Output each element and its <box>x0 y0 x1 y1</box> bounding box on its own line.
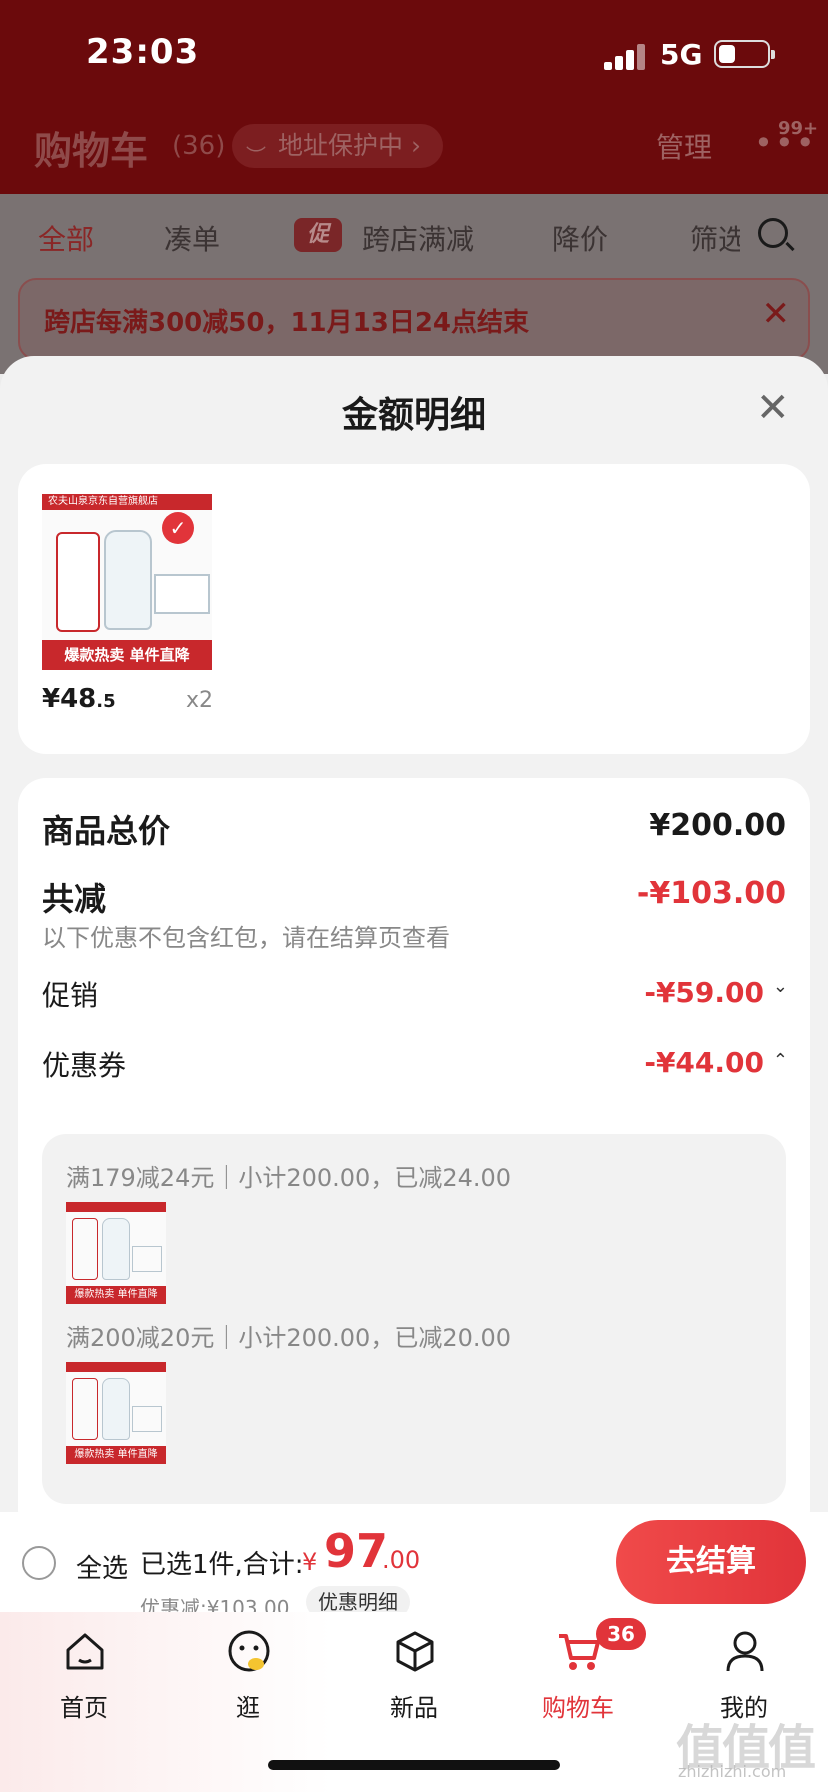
close-icon[interactable]: ✕ <box>762 294 791 334</box>
cart-count: (36) <box>172 131 226 161</box>
checkout-bar: 全选 已选1件,合计: ¥ 97 .00 优惠减:¥103.00 优惠明细 去结… <box>0 1512 828 1620</box>
product-banner: 爆款热卖 单件直降 <box>42 640 212 670</box>
filter-tab-cross-store[interactable]: 跨店满减 <box>362 218 474 258</box>
tab-browse[interactable]: 逛 <box>188 1612 308 1722</box>
coupon-line: 满200减20元｜小计200.00，已减20.00 <box>66 1324 512 1352</box>
network-label: 5G <box>660 38 703 71</box>
tab-home[interactable]: 首页 <box>24 1612 144 1722</box>
box-icon <box>396 1631 434 1672</box>
promo-label: 促销 <box>42 979 99 1012</box>
reduced-note: 以下优惠不包含红包，请在结算页查看 <box>42 924 450 952</box>
tab-label: 新品 <box>390 1694 438 1722</box>
face-icon <box>228 1630 270 1672</box>
tab-label: 逛 <box>236 1694 260 1722</box>
promo-banner-text: 跨店每满300减50，11月13日24点结束 <box>44 308 529 338</box>
coupon-line: 满179减24元｜小计200.00，已减24.00 <box>66 1164 512 1192</box>
status-bar: 23:03 5G <box>0 0 828 100</box>
select-all-label[interactable]: 全选 <box>76 1548 128 1585</box>
product-card: 农夫山泉京东自营旗舰店 爆款热卖 单件直降 ✓ ¥48.5 x2 <box>18 464 810 754</box>
tab-new[interactable]: 新品 <box>354 1612 474 1722</box>
product-quantity: x2 <box>186 688 214 713</box>
address-protect-label: 地址保护中 › <box>278 131 421 160</box>
summary-total: 97 <box>324 1524 389 1578</box>
address-protect-pill[interactable]: ︶ 地址保护中 › <box>232 124 443 168</box>
total-label: 商品总价 <box>42 812 171 850</box>
close-icon[interactable]: ✕ <box>756 388 790 428</box>
filter-tab-all[interactable]: 全部 <box>38 218 94 258</box>
product-thumbnail: 爆款热卖 单件直降 <box>66 1202 166 1304</box>
promo-tag: 促 <box>294 218 342 252</box>
coupon-detail-box: 满179减24元｜小计200.00，已减24.00 爆款热卖 单件直降 满200… <box>42 1134 786 1504</box>
promo-banner: 跨店每满300减50，11月13日24点结束 ✕ <box>18 278 810 360</box>
thumbnail-banner: 爆款热卖 单件直降 <box>66 1446 166 1464</box>
chevron-up-icon[interactable]: ⌃ <box>773 1050 788 1071</box>
product-price: ¥48.5 <box>42 684 116 714</box>
cart-title: 购物车 <box>34 129 149 173</box>
summary-currency: ¥ <box>302 1548 318 1576</box>
select-all-radio[interactable] <box>22 1546 56 1580</box>
manage-button[interactable]: 管理 <box>656 126 712 166</box>
tab-label: 购物车 <box>542 1694 614 1722</box>
sheet-title: 金额明细 <box>341 395 486 436</box>
coupon-label: 优惠券 <box>42 1049 127 1082</box>
filter-tab-bundle[interactable]: 凑单 <box>164 218 220 258</box>
filter-tab-filter[interactable]: 筛选 <box>690 218 740 258</box>
water-bottle-image <box>104 530 152 630</box>
product-thumbnail: 爆款热卖 单件直降 <box>66 1362 166 1464</box>
filter-bar: 全部 凑单 促 跨店满减 降价 筛选 <box>0 194 828 276</box>
checkout-button[interactable]: 去结算 <box>616 1520 806 1604</box>
tab-label: 首页 <box>60 1694 108 1722</box>
watermark-url: zhizhizhi.com <box>678 1762 787 1781</box>
home-icon <box>66 1633 104 1670</box>
amount-detail-card: 商品总价 ¥200.00 共减 -¥103.00 以下优惠不包含红包，请在结算页… <box>18 778 810 1516</box>
message-badge: 99+ <box>778 118 819 139</box>
home-indicator <box>268 1760 560 1770</box>
amount-detail-sheet: 金额明细 ✕ 农夫山泉京东自营旗舰店 爆款热卖 单件直降 ✓ ¥48.5 x2 … <box>0 356 828 1516</box>
tab-cart[interactable]: 36 购物车 <box>518 1612 646 1722</box>
reduced-label: 共减 <box>42 880 107 918</box>
closed-eye-icon: ︶ <box>246 144 266 168</box>
summary-decimal: .00 <box>382 1546 421 1574</box>
reduced-value: -¥103.00 <box>636 876 786 911</box>
filter-tab-price-drop[interactable]: 降价 <box>552 218 608 258</box>
cart-badge: 36 <box>596 1618 646 1650</box>
thumbnail-banner: 爆款热卖 单件直降 <box>66 1286 166 1304</box>
total-value: ¥200.00 <box>649 808 786 843</box>
search-icon[interactable] <box>758 218 788 248</box>
tab-mine[interactable]: 我的 <box>684 1612 804 1722</box>
signal-icon <box>604 44 648 70</box>
summary-label: 已选1件,合计: <box>140 1550 304 1580</box>
chevron-down-icon[interactable]: ⌄ <box>773 976 788 997</box>
person-icon <box>726 1631 764 1672</box>
battery-icon <box>714 40 775 68</box>
coupon-value[interactable]: -¥44.00 <box>644 1046 764 1079</box>
promo-value[interactable]: -¥59.00 <box>644 976 764 1009</box>
product-store-label: 农夫山泉京东自营旗舰店 <box>42 494 212 510</box>
check-icon: ✓ <box>162 512 194 544</box>
status-time: 23:03 <box>86 32 200 72</box>
